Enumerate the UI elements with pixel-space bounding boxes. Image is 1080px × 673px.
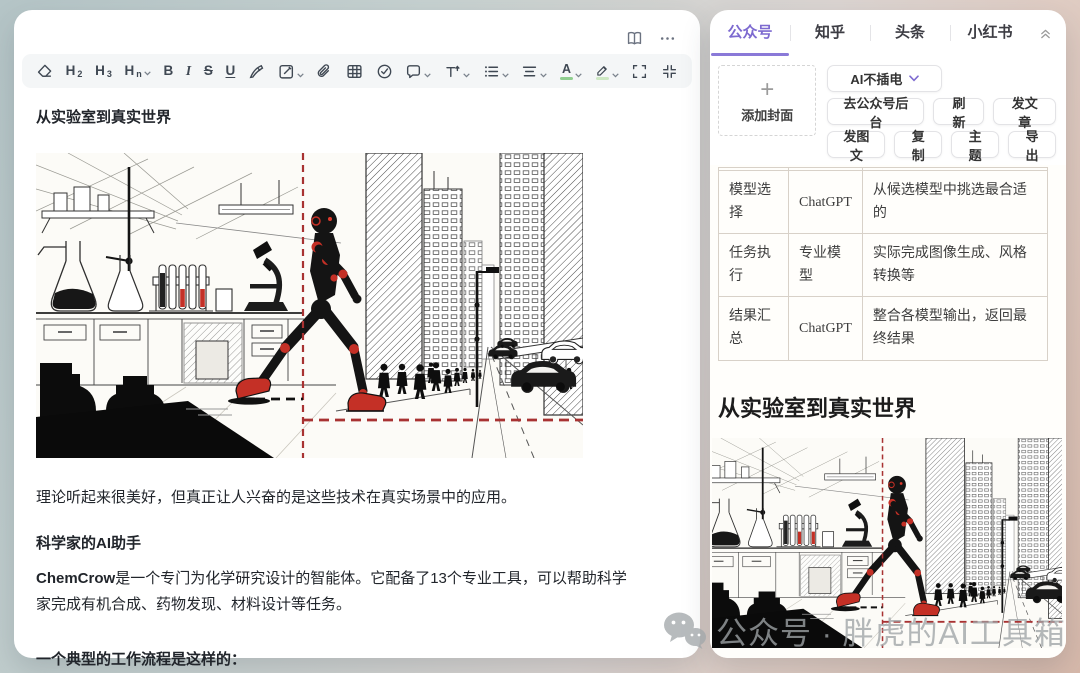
article-illustration (36, 153, 583, 458)
italic-button[interactable]: I (186, 64, 191, 78)
clear-format-icon[interactable] (36, 63, 53, 80)
model-table: 模型选择 ChatGPT 从候选模型中挑选最合适的 任务执行 专业模型 实际完成… (718, 167, 1048, 361)
table-row: 结果汇总 ChatGPT 整合各模型输出，返回最终结果 (719, 297, 1048, 360)
table-row: 模型选择 ChatGPT 从候选模型中挑选最合适的 (719, 171, 1048, 234)
strikethrough-button[interactable]: S (204, 64, 213, 78)
h2-button[interactable]: H2 (66, 64, 83, 78)
ai-menu-button[interactable]: AI不插电 (827, 65, 942, 92)
edit-icon[interactable] (278, 63, 304, 80)
list-icon[interactable] (483, 63, 509, 80)
app-window: H2 H3 Hn B I S U (0, 0, 1080, 673)
align-icon[interactable] (521, 63, 547, 80)
publish-panel: 公众号 知乎 头条 小红书 + 添加封面 AI不插电 (710, 10, 1066, 658)
highlight-icon[interactable] (595, 63, 619, 80)
hn-button[interactable]: Hn (125, 64, 151, 78)
reading-mode-icon[interactable] (626, 30, 643, 47)
doc-paragraph: 理论听起来很美好，但真正让人兴奋的是这些技术在真实场景中的应用。 (36, 488, 678, 507)
underline-button[interactable]: U (226, 64, 236, 78)
doc-paragraph: 一个典型的工作流程是这样的： (36, 648, 678, 669)
comment-icon[interactable] (405, 63, 431, 80)
table-row: 任务执行 专业模型 实际完成图像生成、风格转换等 (719, 234, 1048, 297)
publish-article-button[interactable]: 发文章 (993, 98, 1056, 125)
go-backend-button[interactable]: 去公众号后台 (827, 98, 924, 125)
document-body[interactable]: 从实验室到真实世界 理论听起来很美好，但真正让人兴奋的是这些技术在真实场景中的应… (36, 96, 678, 669)
doc-heading-ai-assistant: 科学家的AI助手 (36, 532, 678, 553)
copy-button[interactable]: 复制 (894, 131, 942, 158)
fullscreen-icon[interactable] (631, 63, 648, 80)
exit-fullscreen-icon[interactable] (661, 63, 678, 80)
platform-tabs: 公众号 知乎 头条 小红书 (710, 10, 1066, 56)
formatting-toolbar: H2 H3 Hn B I S U (22, 54, 692, 88)
text-transform-icon[interactable] (444, 63, 470, 80)
add-cover-button[interactable]: + 添加封面 (718, 65, 816, 136)
preview-illustration (712, 438, 1062, 648)
font-color-swatch (560, 77, 573, 80)
more-icon[interactable] (659, 30, 676, 47)
tab-zhihu[interactable]: 知乎 (790, 10, 870, 56)
collapse-tabs-icon[interactable] (1030, 10, 1060, 56)
h3-button[interactable]: H3 (95, 64, 112, 78)
tab-toutiao[interactable]: 头条 (870, 10, 950, 56)
export-button[interactable]: 导出 (1008, 131, 1056, 158)
doc-paragraph: ChemCrow是一个专门为化学研究设计的智能体。它配备了13个专业工具，可以帮… (36, 566, 636, 618)
font-color-button[interactable]: A (560, 62, 582, 80)
tab-gongzhonghao[interactable]: 公众号 (710, 10, 790, 56)
publish-imagetext-button[interactable]: 发图文 (827, 131, 885, 158)
doc-heading-lab-to-world: 从实验室到真实世界 (36, 106, 678, 127)
publish-actions: + 添加封面 AI不插电 去公众号后台 刷新 发文章 发图文 复制 (710, 56, 1066, 169)
task-check-icon[interactable] (376, 63, 393, 80)
pen-icon[interactable] (248, 63, 265, 80)
bold-button[interactable]: B (163, 64, 173, 78)
add-cover-label: 添加封面 (741, 105, 793, 124)
highlight-color-swatch (596, 77, 609, 80)
chevron-down-icon (909, 75, 919, 82)
doc-bold-term: ChemCrow (36, 570, 115, 587)
article-preview[interactable]: 模型选择 ChatGPT 从候选模型中挑选最合适的 任务执行 专业模型 实际完成… (710, 165, 1066, 658)
table-icon[interactable] (346, 63, 363, 80)
editor-panel: H2 H3 Hn B I S U (14, 10, 700, 658)
refresh-button[interactable]: 刷新 (933, 98, 984, 125)
tab-xiaohongshu[interactable]: 小红书 (950, 10, 1030, 56)
theme-button[interactable]: 主题 (951, 131, 999, 158)
preview-heading: 从实验室到真实世界 (718, 391, 1066, 423)
plus-icon: + (760, 78, 774, 102)
attachment-icon[interactable] (316, 63, 333, 80)
